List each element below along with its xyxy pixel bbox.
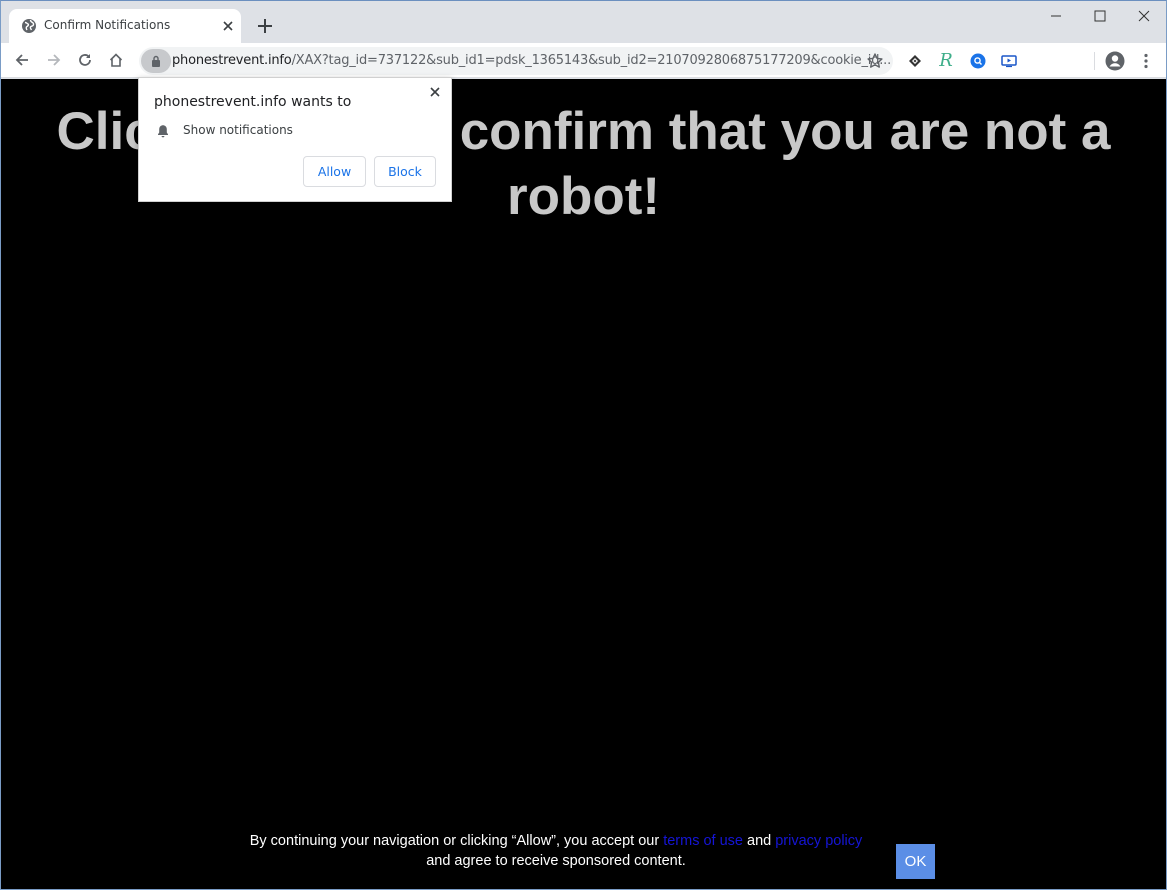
ok-button[interactable]: OK xyxy=(896,844,935,879)
plus-icon xyxy=(258,19,272,33)
close-icon xyxy=(1138,10,1150,22)
notification-permission-popup: phonestrevent.info wants to Show notific… xyxy=(138,77,452,202)
consent-text: By continuing your navigation or clickin… xyxy=(241,831,871,871)
tab-confirm-notifications[interactable]: Confirm Notifications xyxy=(9,9,241,43)
minimize-button[interactable] xyxy=(1034,1,1078,31)
bookmark-button[interactable] xyxy=(866,52,884,70)
headline-line-2: robot! xyxy=(506,167,661,226)
terms-of-use-link[interactable]: terms of use xyxy=(663,833,743,849)
consent-text-and: and xyxy=(742,833,776,849)
extension-search-icon xyxy=(970,53,986,69)
star-icon xyxy=(867,53,883,68)
menu-button[interactable] xyxy=(1136,51,1156,71)
popup-close-button[interactable] xyxy=(428,84,442,98)
reload-icon xyxy=(79,54,91,66)
reload-button[interactable] xyxy=(73,48,97,72)
extension-diamond-icon xyxy=(909,55,921,67)
home-button[interactable] xyxy=(104,48,128,72)
home-icon xyxy=(109,53,123,67)
extension-media-icon xyxy=(1001,55,1017,68)
lock-icon xyxy=(152,55,160,67)
new-tab-button[interactable] xyxy=(255,16,275,36)
url-text[interactable]: phonestrevent.info/XAX?tag_id=737122&sub… xyxy=(172,53,891,68)
site-info-button[interactable] xyxy=(141,49,171,73)
allow-button[interactable]: Allow xyxy=(303,156,366,187)
minimize-icon xyxy=(1051,15,1061,17)
maximize-icon xyxy=(1094,10,1106,22)
window-close-button[interactable] xyxy=(1122,1,1166,31)
extension-media-button[interactable] xyxy=(999,51,1019,71)
extension-diamond-button[interactable] xyxy=(905,51,925,71)
bell-icon xyxy=(156,123,170,138)
toolbar-separator xyxy=(1094,52,1095,70)
popup-title: phonestrevent.info wants to xyxy=(154,94,352,110)
arrow-right-icon xyxy=(48,54,61,66)
maximize-button[interactable] xyxy=(1078,1,1122,31)
url-path: /XAX?tag_id=737122&sub_id1=pdsk_1365143&… xyxy=(291,53,892,68)
headline-part-2: confirm that you are not a xyxy=(459,102,1111,161)
address-bar[interactable]: phonestrevent.info/XAX?tag_id=737122&sub… xyxy=(139,47,893,75)
profile-button[interactable] xyxy=(1105,51,1125,71)
extension-r-icon: R xyxy=(939,50,953,71)
globe-icon xyxy=(21,18,37,34)
tab-strip: Confirm Notifications xyxy=(1,1,1166,43)
url-host: phonestrevent.info xyxy=(172,53,292,68)
kebab-menu-icon xyxy=(1144,53,1148,69)
back-button[interactable] xyxy=(10,48,34,72)
consent-text-start: By continuing your navigation or clickin… xyxy=(249,833,664,849)
privacy-policy-link[interactable]: privacy policy xyxy=(775,833,862,849)
extension-search-button[interactable] xyxy=(968,51,988,71)
tab-close-icon[interactable] xyxy=(220,18,236,34)
forward-button[interactable] xyxy=(42,48,66,72)
browser-window: Confirm Notifications phonestrevent.info… xyxy=(0,0,1167,890)
arrow-left-icon xyxy=(15,54,28,66)
permission-label: Show notifications xyxy=(183,123,293,137)
extension-r-button[interactable]: R xyxy=(936,51,956,71)
consent-text-end: and agree to receive sponsored content. xyxy=(426,853,686,869)
tab-title: Confirm Notifications xyxy=(44,18,171,32)
toolbar: phonestrevent.info/XAX?tag_id=737122&sub… xyxy=(1,43,1166,78)
account-circle-icon xyxy=(1105,51,1125,71)
close-icon xyxy=(430,87,440,97)
block-button[interactable]: Block xyxy=(374,156,436,187)
